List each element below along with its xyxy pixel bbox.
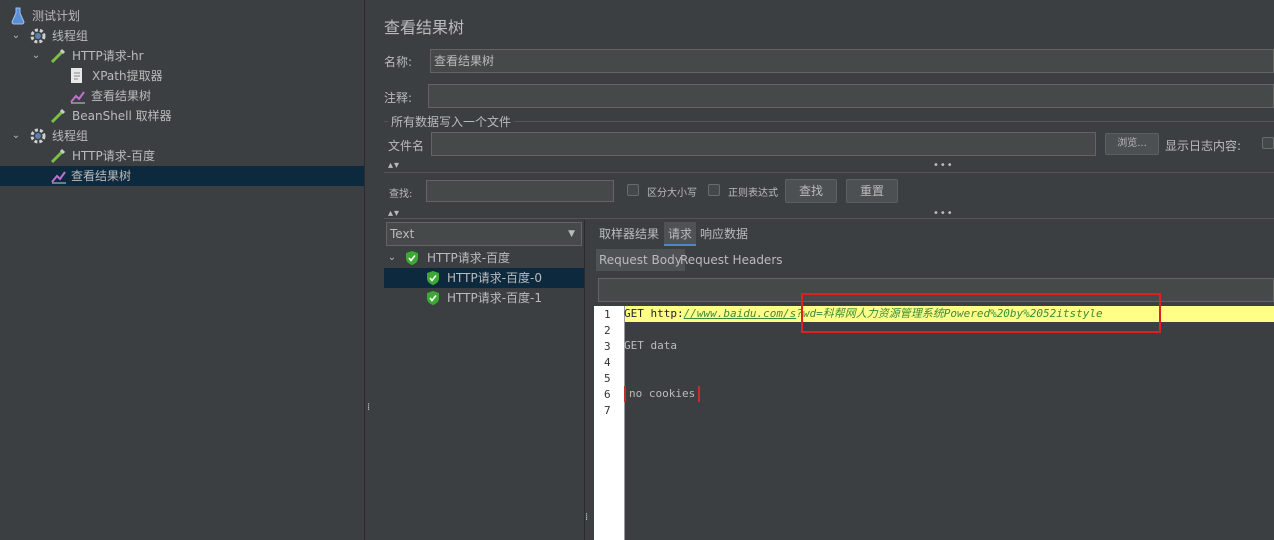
code-line-3: GET data bbox=[624, 339, 677, 352]
tab-sampler-result[interactable]: 取样器结果 bbox=[596, 222, 662, 246]
tree-item-label: 查看结果树 bbox=[71, 169, 132, 183]
filename-field[interactable] bbox=[431, 132, 1096, 156]
code-scheme: http: bbox=[650, 307, 684, 320]
drag-handle-icon[interactable]: ⁞ bbox=[367, 403, 370, 420]
tab-response-data[interactable]: 响应数据 bbox=[698, 222, 750, 246]
line-number: 5 bbox=[604, 372, 611, 385]
tree-item-label: XPath提取器 bbox=[92, 69, 163, 83]
divider bbox=[384, 172, 1274, 173]
browse-button[interactable]: 浏览... bbox=[1105, 133, 1159, 155]
result-item-child[interactable]: HTTP请求-百度-1 bbox=[384, 288, 584, 308]
code-line-6: no cookies bbox=[624, 386, 701, 402]
filename-label: 文件名 bbox=[388, 139, 425, 153]
comment-label: 注释: bbox=[384, 91, 413, 105]
document-icon bbox=[69, 67, 87, 85]
gear-icon bbox=[29, 27, 47, 45]
log-content-checkbox[interactable] bbox=[1262, 137, 1274, 149]
tree-item-view-results-tree-2[interactable]: 查看结果树 bbox=[0, 166, 364, 186]
tree-item-label: 测试计划 bbox=[32, 9, 81, 23]
chevron-down-icon[interactable]: ⌄ bbox=[30, 46, 42, 66]
tree-item-xpath-extractor[interactable]: XPath提取器 bbox=[0, 66, 364, 86]
pipette-icon bbox=[49, 147, 67, 165]
code-url-link[interactable]: //www.baidu.com/s bbox=[684, 307, 797, 320]
drag-handle-icon[interactable]: ⁞ bbox=[585, 512, 588, 523]
panel-splitter[interactable]: ⁞ bbox=[364, 0, 373, 540]
divider bbox=[384, 218, 1274, 219]
tree-item-thread-group-1[interactable]: ⌄ 线程组 bbox=[0, 26, 364, 46]
request-body-editor[interactable] bbox=[625, 306, 1274, 540]
tree-item-label: BeanShell 取样器 bbox=[72, 109, 172, 123]
line-numbers: 1 2 3 4 5 6 7 bbox=[604, 307, 611, 419]
renderer-select[interactable]: Text ▼ bbox=[386, 222, 582, 246]
tree-item-label: HTTP请求-百度 bbox=[72, 149, 156, 163]
regex-label: 正则表达式 bbox=[728, 188, 778, 199]
tree-item-label: HTTP请求-hr bbox=[72, 49, 144, 63]
gear-icon bbox=[29, 127, 47, 145]
check-shield-icon bbox=[426, 290, 444, 308]
line-number-gutter: 1 2 3 4 5 6 7 bbox=[594, 306, 625, 540]
tree-item-http-request-hr[interactable]: ⌄ HTTP请求-hr bbox=[0, 46, 364, 66]
line-number: 7 bbox=[604, 404, 611, 417]
find-button[interactable]: 查找 bbox=[785, 179, 837, 203]
name-label: 名称: bbox=[384, 55, 413, 69]
case-sensitive-checkbox[interactable] bbox=[627, 184, 639, 196]
test-plan-tree: 测试计划 ⌄ 线程组 ⌄ HTTP请求-hr XPath提取器 查看结果树 Be… bbox=[0, 0, 364, 540]
chevron-down-icon[interactable]: ⌄ bbox=[10, 26, 22, 46]
result-item-label: HTTP请求-百度 bbox=[427, 251, 511, 265]
divider-handle-icon[interactable]: ••• bbox=[933, 160, 954, 171]
tab-request-body[interactable]: Request Body bbox=[596, 249, 685, 271]
name-field[interactable]: 查看结果树 bbox=[430, 49, 1274, 73]
tree-item-http-request-baidu[interactable]: HTTP请求-百度 bbox=[0, 146, 364, 166]
result-item-label: HTTP请求-百度-0 bbox=[447, 271, 543, 285]
regex-checkbox[interactable] bbox=[708, 184, 720, 196]
chevron-down-icon[interactable]: ⌄ bbox=[10, 126, 22, 146]
line-number: 1 bbox=[604, 308, 611, 321]
chart-icon bbox=[50, 167, 68, 185]
result-item-label: HTTP请求-百度-1 bbox=[447, 291, 543, 305]
line-number: 4 bbox=[604, 356, 611, 369]
tree-item-thread-group-2[interactable]: ⌄ 线程组 bbox=[0, 126, 364, 146]
page-title: 查看结果树 bbox=[384, 18, 465, 37]
pipette-icon bbox=[49, 107, 67, 125]
check-shield-icon bbox=[405, 250, 423, 268]
file-group-label: 所有数据写入一个文件 bbox=[388, 113, 515, 130]
line-number: 3 bbox=[604, 340, 611, 353]
tab-request-headers[interactable]: Request Headers bbox=[678, 249, 785, 271]
log-content-label: 显示日志内容: bbox=[1165, 139, 1242, 153]
search-input[interactable] bbox=[426, 180, 614, 202]
flask-icon bbox=[10, 7, 28, 25]
tab-request[interactable]: 请求 bbox=[664, 222, 697, 246]
code-method: GET bbox=[624, 307, 651, 320]
search-label: 查找: bbox=[389, 189, 413, 200]
chart-icon bbox=[69, 87, 87, 105]
renderer-select-value: Text bbox=[390, 227, 415, 241]
tree-item-view-results-tree-1[interactable]: 查看结果树 bbox=[0, 86, 364, 106]
dropdown-arrow-icon: ▼ bbox=[568, 229, 575, 239]
tree-item-test-plan[interactable]: 测试计划 bbox=[0, 6, 364, 26]
annotation-highlight-box bbox=[801, 293, 1161, 333]
chevron-down-icon[interactable]: ⌄ bbox=[386, 248, 398, 268]
line-number: 2 bbox=[604, 324, 611, 337]
tree-item-label: 查看结果树 bbox=[91, 89, 152, 103]
collapse-arrows-icon[interactable]: ▴▾ bbox=[388, 160, 400, 171]
result-item-parent[interactable]: ⌄ HTTP请求-百度 bbox=[384, 248, 584, 268]
tree-item-label: 线程组 bbox=[52, 29, 89, 43]
tree-item-label: 线程组 bbox=[52, 129, 89, 143]
tree-item-beanshell-sampler[interactable]: BeanShell 取样器 bbox=[0, 106, 364, 126]
case-sensitive-label: 区分大小写 bbox=[647, 188, 697, 199]
check-shield-icon bbox=[426, 270, 444, 288]
pipette-icon bbox=[49, 47, 67, 65]
line-number: 6 bbox=[604, 388, 611, 401]
result-item-child-selected[interactable]: HTTP请求-百度-0 bbox=[384, 268, 584, 288]
comment-field[interactable] bbox=[428, 84, 1274, 108]
reset-button[interactable]: 重置 bbox=[846, 179, 898, 203]
